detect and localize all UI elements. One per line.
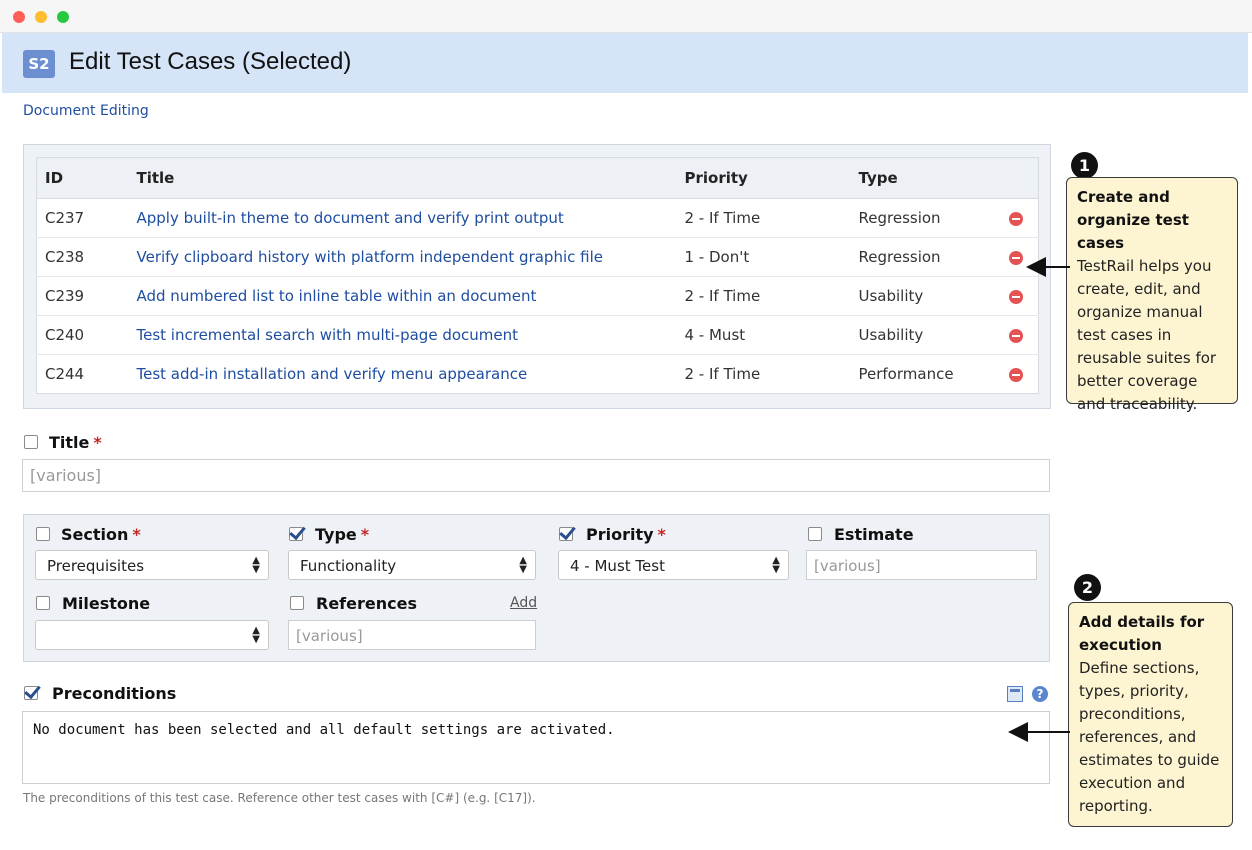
case-type: Regression (850, 237, 1001, 277)
case-type: Usability (850, 276, 1001, 316)
remove-case-icon[interactable] (1008, 328, 1023, 343)
case-priority: 2 - If Time (684, 365, 761, 383)
table-row: C238 Verify clipboard history with platf… (36, 237, 1039, 277)
case-title-link[interactable]: Test add-in installation and verify menu… (129, 355, 677, 394)
help-icon[interactable]: ? (1032, 686, 1048, 702)
table-header-row: ID Title Priority Type (36, 157, 1039, 199)
case-type: Regression (850, 198, 1001, 238)
close-window-icon[interactable] (13, 11, 25, 23)
column-header-actions (1000, 157, 1039, 199)
breadcrumb-link[interactable]: Document Editing (23, 103, 149, 119)
title-input[interactable]: [various] (22, 459, 1050, 492)
priority-select[interactable]: 4 - Must Test ▲ ▼ (558, 550, 789, 580)
preconditions-help-text: The preconditions of this test case. Ref… (23, 791, 536, 805)
callout-body: Define sections, types, priority, precon… (1079, 659, 1220, 815)
column-header-title: Title (128, 157, 677, 199)
column-header-priority: Priority (676, 157, 851, 199)
select-arrows-icon: ▲ ▼ (519, 555, 527, 575)
case-id: C237 (36, 198, 129, 238)
insert-image-icon[interactable] (1007, 686, 1023, 702)
suite-badge: S2 (23, 50, 55, 78)
case-id: C239 (36, 276, 129, 316)
callout-add-details: Add details for execution Define section… (1068, 602, 1233, 827)
callout-number-badge: 2 (1074, 574, 1101, 601)
preconditions-label: Preconditions (52, 684, 177, 703)
references-label: References (316, 594, 417, 613)
selected-cases-table: ID Title Priority Type C237 Apply built-… (36, 157, 1039, 394)
remove-case-icon[interactable] (1008, 211, 1023, 226)
case-type: Usability (850, 315, 1001, 355)
section-select[interactable]: Prerequisites ▲ ▼ (35, 550, 269, 580)
page-header: S2 Edit Test Cases (Selected) (2, 33, 1248, 93)
column-header-type: Type (850, 157, 1001, 199)
preconditions-textarea[interactable]: No document has been selected and all de… (22, 711, 1050, 784)
estimate-input[interactable]: [various] (806, 550, 1037, 580)
preconditions-checkbox[interactable] (24, 686, 38, 700)
table-row: C237 Apply built-in theme to document an… (36, 198, 1039, 238)
milestone-checkbox[interactable] (36, 596, 50, 610)
type-label: Type * (315, 525, 370, 544)
callout-title: Create and organize test cases (1077, 188, 1189, 252)
case-title-link[interactable]: Apply built-in theme to document and ver… (128, 198, 677, 238)
title-checkbox[interactable] (24, 435, 38, 449)
selected-cases-panel: ID Title Priority Type C237 Apply built-… (23, 144, 1051, 409)
remove-case-icon[interactable] (1008, 289, 1023, 304)
type-checkbox[interactable] (289, 527, 303, 541)
priority-checkbox[interactable] (559, 527, 573, 541)
callout-number-badge: 1 (1071, 152, 1098, 179)
estimate-label: Estimate (834, 525, 914, 544)
table-row: C240 Test incremental search with multi-… (36, 315, 1039, 355)
references-input[interactable]: [various] (288, 620, 536, 650)
select-arrows-icon: ▲ ▼ (252, 625, 260, 645)
priority-label: Priority * (586, 525, 666, 544)
window-title-bar (0, 0, 1252, 33)
case-title-link[interactable]: Test incremental search with multi-page … (128, 315, 677, 355)
select-arrows-icon: ▲ ▼ (772, 555, 780, 575)
case-title-link[interactable]: Add numbered list to inline table within… (128, 276, 677, 316)
table-row: C239 Add numbered list to inline table w… (36, 276, 1039, 316)
table-row: C244 Test add-in installation and verify… (37, 355, 1039, 394)
case-id: C240 (36, 315, 129, 355)
remove-case-icon[interactable] (1008, 367, 1023, 382)
section-label: Section * (61, 525, 141, 544)
callout-title: Add details for execution (1079, 613, 1205, 654)
remove-case-icon[interactable] (1008, 250, 1023, 265)
callout-body: TestRail helps you create, edit, and org… (1077, 257, 1217, 413)
page-title: Edit Test Cases (Selected) (69, 48, 352, 75)
callout-create-organize: Create and organize test cases TestRail … (1066, 177, 1238, 413)
milestone-label: Milestone (62, 594, 151, 613)
case-priority: 4 - Must (676, 315, 851, 355)
milestone-select[interactable]: ▲ ▼ (35, 620, 269, 650)
case-id: C244 (45, 365, 85, 383)
minimize-window-icon[interactable] (35, 11, 47, 23)
case-id: C238 (36, 237, 129, 277)
references-checkbox[interactable] (290, 596, 304, 610)
section-checkbox[interactable] (36, 527, 50, 541)
select-arrows-icon: ▲ ▼ (252, 555, 260, 575)
case-priority: 1 - Don't (676, 237, 851, 277)
title-label: Title * (49, 433, 102, 452)
add-reference-link[interactable]: Add (510, 595, 537, 611)
column-header-id: ID (36, 157, 129, 199)
maximize-window-icon[interactable] (57, 11, 69, 23)
case-priority: 2 - If Time (676, 198, 851, 238)
estimate-checkbox[interactable] (808, 527, 822, 541)
case-priority: 2 - If Time (676, 276, 851, 316)
type-select[interactable]: Functionality ▲ ▼ (288, 550, 536, 580)
case-title-link[interactable]: Verify clipboard history with platform i… (128, 237, 677, 277)
case-type: Performance (858, 365, 954, 383)
